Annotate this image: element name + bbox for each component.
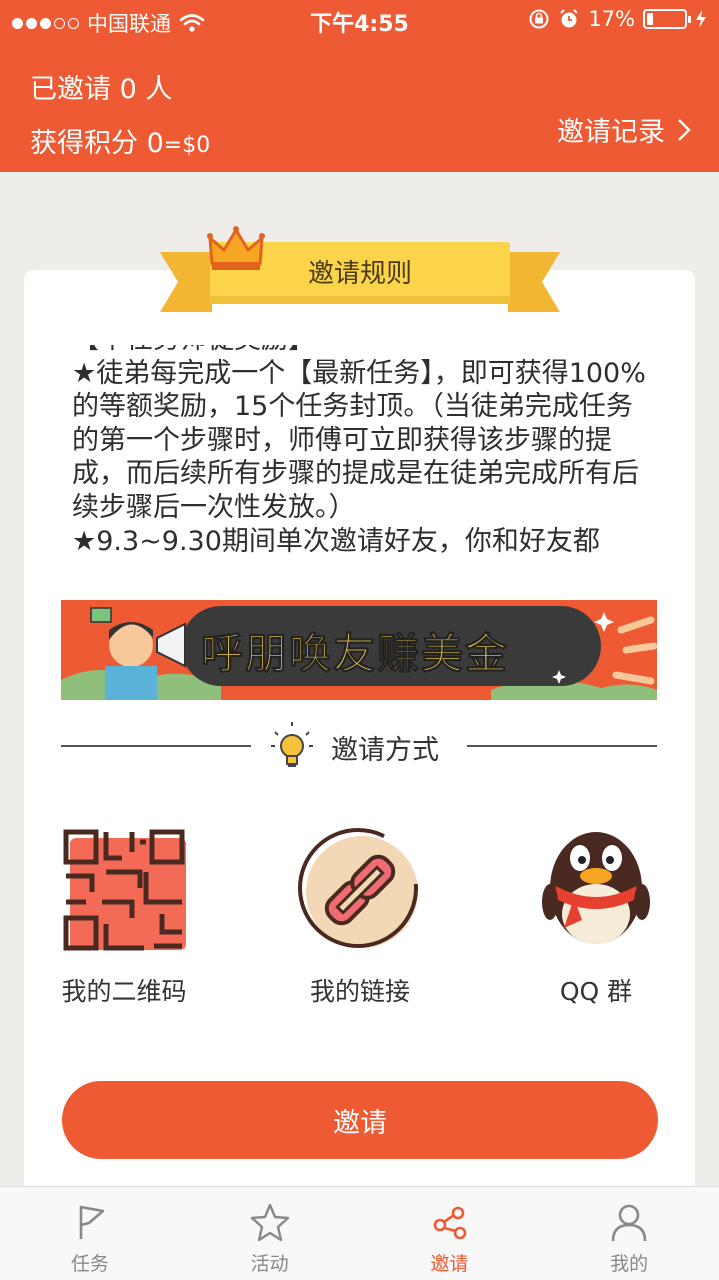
tab-invite[interactable]: 邀请 bbox=[360, 1187, 540, 1280]
invite-methods-header: 邀请方式 bbox=[61, 720, 657, 772]
status-bar: 中国联通 下午4:55 17% bbox=[0, 0, 719, 40]
option-link[interactable]: 我的链接 bbox=[290, 828, 430, 1008]
tab-invite-label: 邀请 bbox=[430, 1253, 469, 1275]
rules-line-bottom: ★9.3~9.30期间单次邀请好友，你和好友都 bbox=[72, 525, 600, 557]
invite-record-label: 邀请记录 bbox=[557, 117, 665, 148]
option-qr-code[interactable]: 我的二维码 bbox=[54, 828, 194, 1008]
tab-bar: 任务 活动 邀请 我的 bbox=[0, 1186, 719, 1280]
rules-ribbon: 邀请规则 bbox=[160, 222, 560, 314]
divider-left bbox=[61, 745, 251, 747]
tab-mine-label: 我的 bbox=[610, 1253, 649, 1275]
banner-text-1: 呼朋唤友 bbox=[200, 629, 378, 679]
rotation-lock-icon bbox=[529, 9, 549, 29]
option-qr-label: 我的二维码 bbox=[61, 977, 187, 1006]
option-qq-label: QQ 群 bbox=[559, 977, 633, 1006]
link-icon bbox=[298, 828, 418, 948]
invite-methods-title: 邀请方式 bbox=[331, 735, 439, 766]
rules-line-top: 【单任务师徒奖励】 bbox=[72, 345, 652, 357]
promo-banner[interactable]: 呼朋唤友赚美金 bbox=[61, 600, 657, 700]
battery-percent: 17% bbox=[588, 7, 635, 31]
battery-fill bbox=[647, 13, 653, 25]
user-icon bbox=[611, 1204, 647, 1242]
qq-penguin-icon bbox=[542, 832, 650, 944]
share-icon bbox=[434, 1206, 467, 1240]
banner-text-2: 赚美金 bbox=[377, 629, 510, 679]
tab-activities-label: 活动 bbox=[250, 1253, 289, 1275]
tab-tasks-label: 任务 bbox=[70, 1253, 109, 1275]
option-link-label: 我的链接 bbox=[309, 977, 410, 1006]
divider-right bbox=[467, 745, 657, 747]
tab-activities[interactable]: 活动 bbox=[180, 1187, 360, 1280]
lightbulb-icon bbox=[271, 722, 313, 767]
qr-code-icon bbox=[63, 829, 186, 951]
alarm-icon bbox=[560, 9, 579, 28]
charging-bolt-icon bbox=[696, 10, 706, 28]
tab-mine[interactable]: 我的 bbox=[539, 1187, 719, 1280]
points-earned: 获得积分 0 =$0 bbox=[30, 121, 210, 160]
status-right: 17% bbox=[528, 7, 707, 31]
chevron-right-icon bbox=[678, 118, 691, 141]
points-label: 获得积分 0 bbox=[30, 128, 164, 159]
points-value: =$0 bbox=[163, 133, 211, 158]
flag-icon bbox=[79, 1205, 105, 1239]
tab-tasks[interactable]: 任务 bbox=[0, 1187, 180, 1280]
invite-record-link[interactable]: 邀请记录 bbox=[557, 110, 691, 149]
rules-text-scroll[interactable]: 【单任务师徒奖励】 ★徒弟每完成一个【最新任务】，即可获得100%的等额奖励，1… bbox=[72, 345, 652, 563]
star-icon bbox=[250, 1203, 289, 1242]
header: 中国联通 下午4:55 17% 已邀请 0 人 获得积分 0 =$0 邀请记录 bbox=[0, 0, 719, 172]
option-qq-group[interactable]: QQ 群 bbox=[526, 828, 666, 1008]
rules-paragraph: ★徒弟每完成一个【最新任务】，即可获得100%的等额奖励，15个任务封顶。（当徒… bbox=[72, 357, 646, 523]
invited-count: 已邀请 0 人 bbox=[30, 74, 173, 105]
battery-icon bbox=[643, 9, 691, 29]
rules-title: 邀请规则 bbox=[307, 259, 412, 289]
invite-button[interactable]: 邀请 bbox=[62, 1081, 658, 1159]
